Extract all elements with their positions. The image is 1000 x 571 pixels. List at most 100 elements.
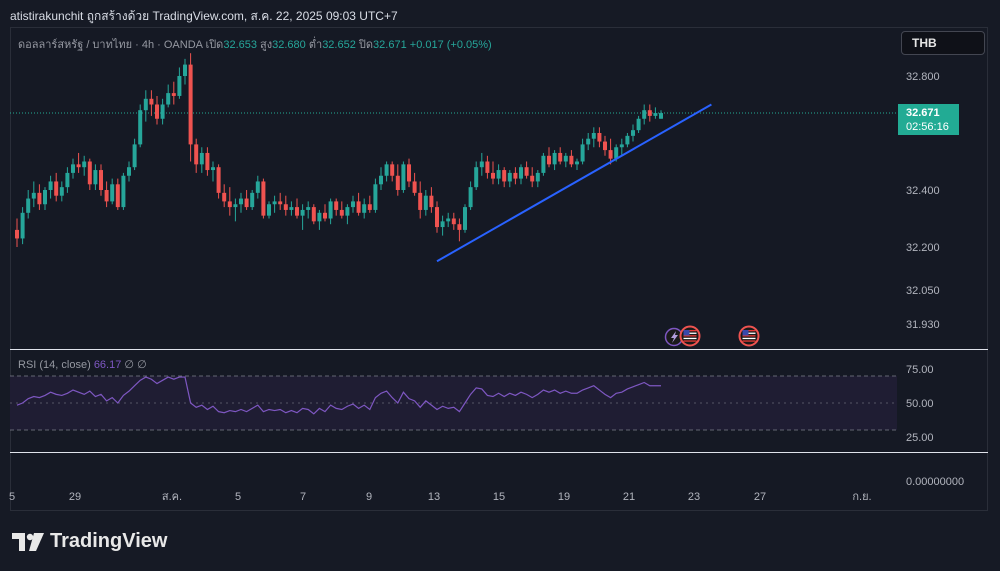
candle-body bbox=[541, 155, 546, 173]
candle-body bbox=[166, 93, 171, 105]
candle-body bbox=[15, 229, 19, 239]
candle-body bbox=[300, 209, 305, 216]
low-value: 32.652 bbox=[322, 39, 356, 51]
open-label: เปิด bbox=[205, 39, 224, 51]
candle-body bbox=[177, 76, 182, 96]
time-axis-tick: ก.ย. bbox=[852, 491, 871, 503]
candle-body bbox=[457, 224, 462, 230]
candle-body bbox=[356, 201, 361, 213]
price-axis-tick: 32.800 bbox=[906, 71, 940, 83]
candle bbox=[183, 58, 187, 85]
candle bbox=[591, 127, 596, 148]
candle bbox=[535, 170, 540, 188]
candle bbox=[166, 84, 171, 108]
candle bbox=[87, 158, 92, 190]
candle bbox=[306, 201, 311, 219]
time-axis-tick: 23 bbox=[688, 491, 700, 503]
candle bbox=[491, 161, 495, 185]
candle bbox=[603, 135, 607, 156]
candle bbox=[631, 124, 635, 142]
candle-body bbox=[474, 167, 479, 188]
candle bbox=[143, 90, 148, 122]
candle-body bbox=[138, 110, 143, 145]
candle-body bbox=[93, 170, 98, 185]
candle bbox=[171, 81, 176, 105]
candle-body bbox=[384, 164, 389, 176]
candle-body bbox=[48, 181, 53, 190]
rsi-axis-tick: 25.00 bbox=[906, 432, 934, 444]
candles-layer bbox=[15, 53, 663, 247]
us-flag-icon bbox=[679, 325, 701, 347]
candle bbox=[384, 161, 389, 182]
candle-body bbox=[110, 184, 115, 202]
high-label: สูง bbox=[260, 39, 273, 51]
candle-body bbox=[642, 110, 647, 119]
candle bbox=[412, 172, 417, 196]
rsi-axis-tick: 0.00000000 bbox=[906, 476, 964, 488]
candle-body bbox=[446, 218, 451, 222]
candle bbox=[636, 115, 641, 133]
candle bbox=[227, 187, 232, 216]
candle-body bbox=[160, 104, 165, 119]
symbol-legend: ดอลลาร์สหรัฐ / บาทไทย · 4h · OANDA เปิด3… bbox=[18, 35, 492, 53]
candle-body bbox=[407, 164, 411, 182]
candle-body bbox=[239, 198, 243, 205]
candle bbox=[659, 110, 663, 119]
candle-body bbox=[575, 161, 579, 165]
chart-canvas[interactable]: 32.80032.40032.20032.05031.93075.0050.00… bbox=[0, 0, 1000, 571]
candle-body bbox=[20, 212, 25, 239]
candle bbox=[647, 104, 652, 122]
candle bbox=[311, 204, 316, 225]
candle bbox=[272, 195, 277, 213]
candle bbox=[15, 218, 19, 247]
close-label: ปิด bbox=[358, 39, 374, 51]
candle-body bbox=[524, 167, 529, 176]
us-flag-stripe bbox=[742, 337, 756, 340]
rsi-null-2: ∅ bbox=[137, 359, 147, 371]
candle-body bbox=[507, 172, 512, 182]
candle bbox=[379, 167, 383, 190]
candle-body bbox=[222, 192, 227, 202]
candle-body bbox=[563, 155, 568, 162]
candle-body bbox=[104, 190, 109, 202]
candle bbox=[625, 133, 630, 148]
candle bbox=[401, 161, 406, 193]
us-flag-canton bbox=[683, 330, 690, 336]
candle bbox=[194, 138, 199, 173]
candle-body bbox=[451, 218, 456, 225]
candle bbox=[524, 161, 529, 179]
candle bbox=[362, 198, 367, 219]
candle bbox=[283, 195, 288, 216]
candle-body bbox=[317, 212, 322, 222]
time-axis-tick: 29 bbox=[69, 491, 81, 503]
candle bbox=[367, 195, 372, 213]
candle-body bbox=[171, 93, 176, 96]
currency-button[interactable]: THB bbox=[901, 31, 985, 55]
rsi-value: 66.17 bbox=[93, 359, 122, 371]
candle bbox=[552, 150, 557, 171]
time-axis-tick: 27 bbox=[754, 491, 766, 503]
candle-body bbox=[76, 164, 81, 168]
us-flag-stripe bbox=[742, 340, 756, 342]
candle-body bbox=[502, 170, 507, 182]
candle bbox=[580, 138, 585, 165]
candle bbox=[82, 155, 87, 176]
candle bbox=[457, 218, 462, 242]
candle-body bbox=[71, 164, 75, 173]
last-price-label: 32.671 02:56:16 bbox=[898, 104, 959, 135]
price-axis-tick: 31.930 bbox=[906, 319, 940, 331]
candle bbox=[345, 204, 350, 225]
candle bbox=[569, 150, 574, 168]
candle-body bbox=[491, 172, 495, 179]
candle-body bbox=[597, 133, 602, 142]
candle bbox=[244, 190, 249, 210]
tradingview-logo[interactable]: TradingView bbox=[12, 530, 167, 553]
time-axis-tick: 13 bbox=[428, 491, 440, 503]
time-axis-tick: ส.ค. bbox=[162, 491, 182, 503]
candle-body bbox=[659, 113, 663, 119]
us-flag-stripe bbox=[683, 337, 697, 340]
candle-body bbox=[267, 204, 271, 216]
candle-body bbox=[429, 195, 434, 208]
us-flag-canton bbox=[742, 330, 749, 336]
candle bbox=[261, 178, 266, 219]
